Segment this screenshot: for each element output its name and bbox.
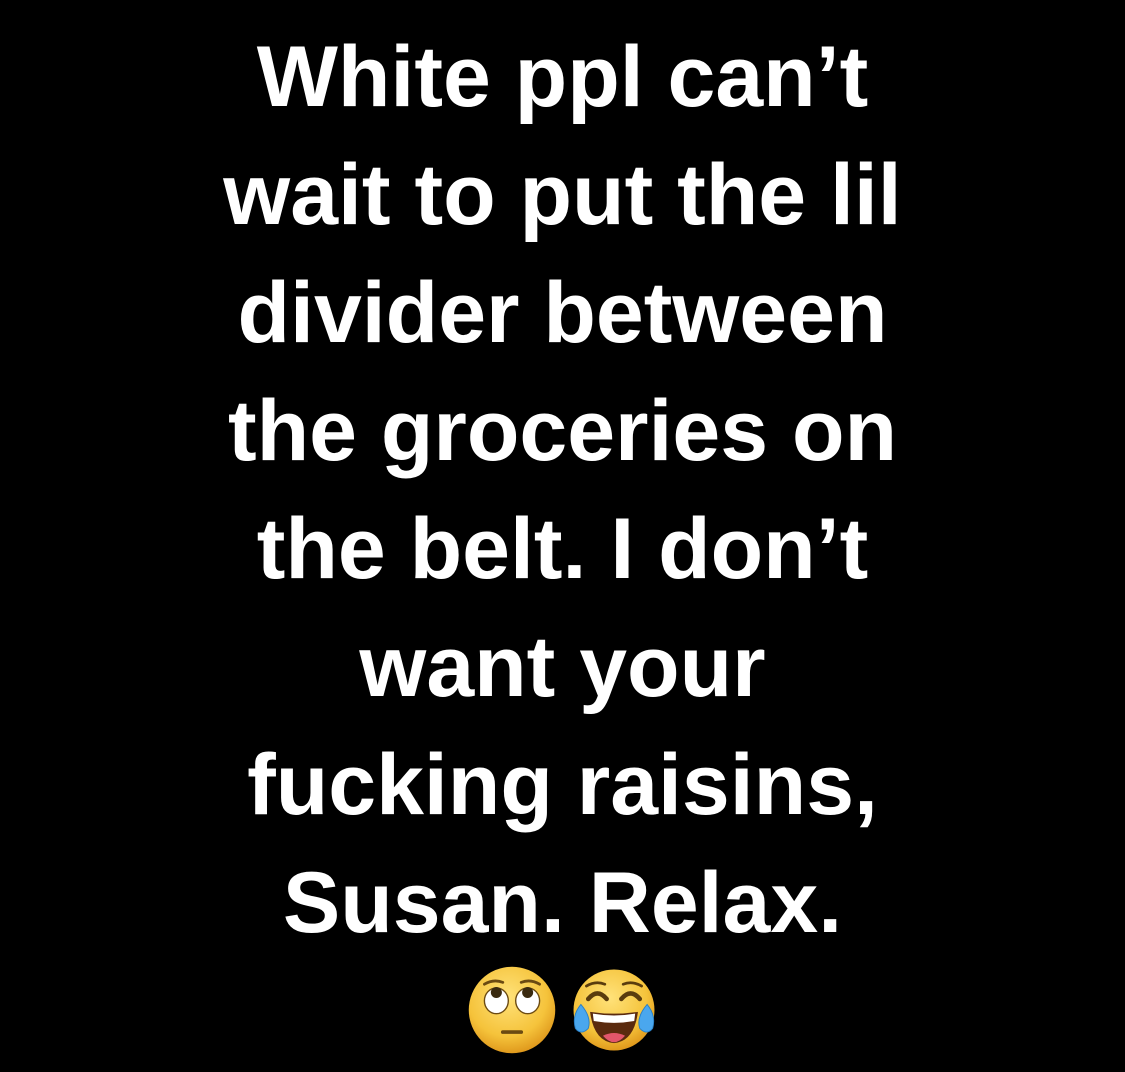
text-line-7: fucking raisins, [247, 737, 878, 833]
text-line-8: Susan. Relax. [282, 855, 843, 951]
text-line-5: the belt. I don’t [256, 501, 869, 597]
text-line-1: White ppl can’t [256, 29, 869, 125]
text-line-2: wait to put the lil [223, 147, 902, 243]
text-line-3: divider between [237, 265, 888, 361]
emoji-row [0, 960, 1125, 1060]
eye-roll-emoji-icon [468, 966, 555, 1054]
text-line-6: want your [359, 619, 766, 715]
tears-of-joy-emoji-icon [573, 969, 654, 1051]
text-line-4: the groceries on [227, 383, 898, 479]
meme-text: White ppl can’t wait to put the lil divi… [0, 18, 1125, 962]
meme-canvas: White ppl can’t wait to put the lil divi… [0, 0, 1125, 1072]
